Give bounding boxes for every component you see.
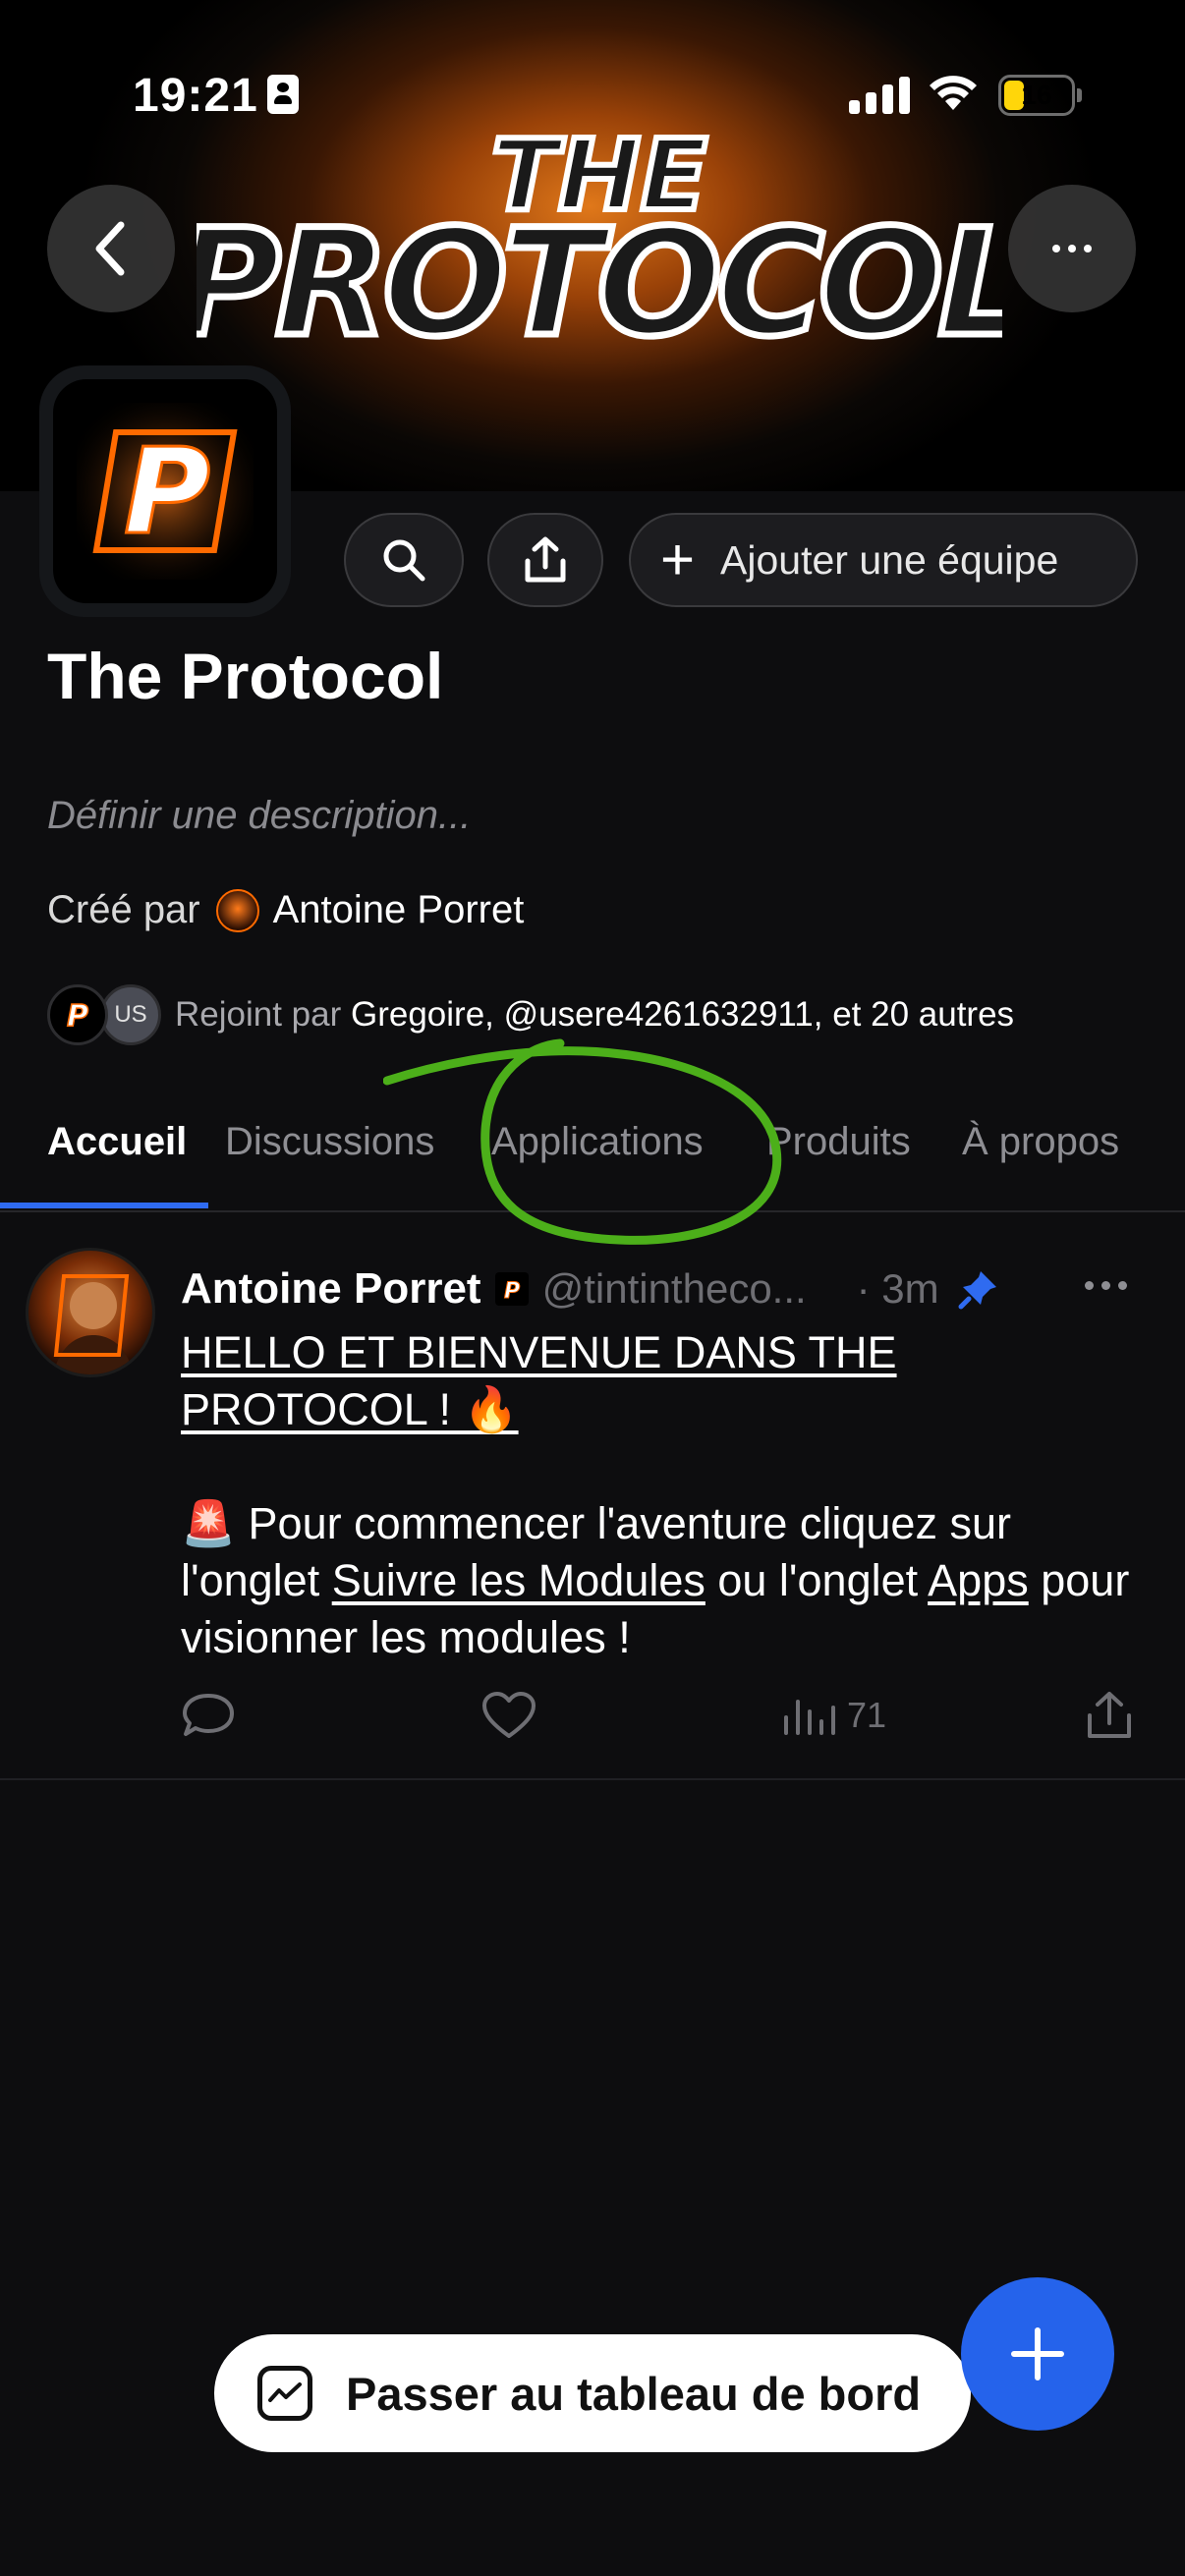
status-time: 19:21 [133,70,258,122]
status-bar: 19:21 16 [0,0,1185,122]
contact-card-icon [267,75,299,114]
banner-logo-line2: PROTOCOL [197,198,1002,368]
creator-avatar[interactable] [215,888,259,932]
add-team-label: Ajouter une équipe [720,536,1059,583]
comment-icon [183,1694,234,1736]
analytics-icon [257,2366,312,2421]
siren-emoji: 🚨 [181,1498,237,1548]
post-more-button[interactable] [1081,1281,1131,1290]
share-icon [1088,1692,1131,1738]
post-share-button[interactable] [1085,1686,1134,1745]
reply-button[interactable] [181,1686,236,1745]
post-author-handle[interactable]: @tintintheco... [542,1265,847,1313]
cellular-signal-icon [849,75,910,114]
views-counter: 71 [780,1686,886,1745]
chevron-left-icon [95,221,125,276]
battery-icon: 16 [998,75,1082,116]
svg-text:P: P [504,1279,520,1303]
add-team-button[interactable]: + Ajouter une équipe [629,513,1138,607]
more-dots-icon [1085,1281,1094,1290]
heart-icon [482,1692,536,1738]
link-apps[interactable]: Apps [928,1555,1029,1605]
active-tab-indicator [0,1203,208,1208]
post-actions: 71 [181,1686,1144,1745]
tab-a-propos[interactable]: À propos [962,1120,1119,1164]
member-avatar-protocol: P [47,984,108,1045]
community-logo-letter: P [124,424,210,561]
battery-level: 16 [1021,80,1052,110]
creator-name[interactable]: Antoine Porret [273,888,525,932]
compose-fab[interactable] [961,2277,1114,2431]
post-headline-line1: HELLO ET BIENVENUE DANS THE [181,1327,897,1377]
dashboard-label: Passer au tableau de bord [346,2367,922,2420]
search-icon [383,539,425,582]
created-prefix: Créé par [47,888,200,931]
post-body-part2: ou l'onglet [705,1555,929,1605]
share-button[interactable] [487,513,603,607]
bar-chart-icon [784,1700,835,1735]
post-headline-line2: PROTOCOL ! 🔥 [181,1384,519,1434]
protocol-banner-logo: THE PROTOCOL [197,115,1002,368]
back-button[interactable] [47,185,175,312]
share-icon [525,536,566,583]
post-body: HELLO ET BIENVENUE DANS THE PROTOCOL ! 🔥… [181,1324,1154,1666]
description-placeholder[interactable]: Définir une description... [47,794,471,838]
joined-prefix: Rejoint par [175,995,342,1034]
pinned-post[interactable]: Antoine Porret P @tintintheco... · 3m HE… [0,1214,1185,1780]
svg-text:P: P [67,999,88,1034]
community-badge-icon: P [494,1272,529,1306]
plus-icon [1011,2327,1064,2380]
search-button[interactable] [344,513,464,607]
community-title: The Protocol [47,640,444,712]
annotation-circle [383,1038,782,1245]
community-logo-icon: P [77,403,254,580]
more-dots-icon [1052,245,1060,252]
wifi-icon [930,76,977,110]
tab-accueil[interactable]: Accueil [47,1120,187,1164]
post-time: · 3m [856,1265,939,1312]
post-author-name[interactable]: Antoine Porret [181,1264,481,1314]
community-avatar[interactable]: P [39,365,291,617]
views-count: 71 [847,1695,887,1735]
pin-icon [958,1271,996,1310]
post-author-avatar[interactable] [26,1248,155,1377]
switch-to-dashboard-button[interactable]: Passer au tableau de bord [214,2334,971,2452]
post-header: Antoine Porret P @tintintheco... · 3m [181,1260,1163,1318]
link-suivre-les-modules[interactable]: Suivre les Modules [332,1555,705,1605]
like-button[interactable] [481,1686,536,1745]
member-avatar-initials: US [100,984,161,1045]
plus-icon: + [660,527,696,592]
created-by: Créé par Antoine Porret [47,888,524,932]
more-options-button[interactable] [1008,185,1136,312]
